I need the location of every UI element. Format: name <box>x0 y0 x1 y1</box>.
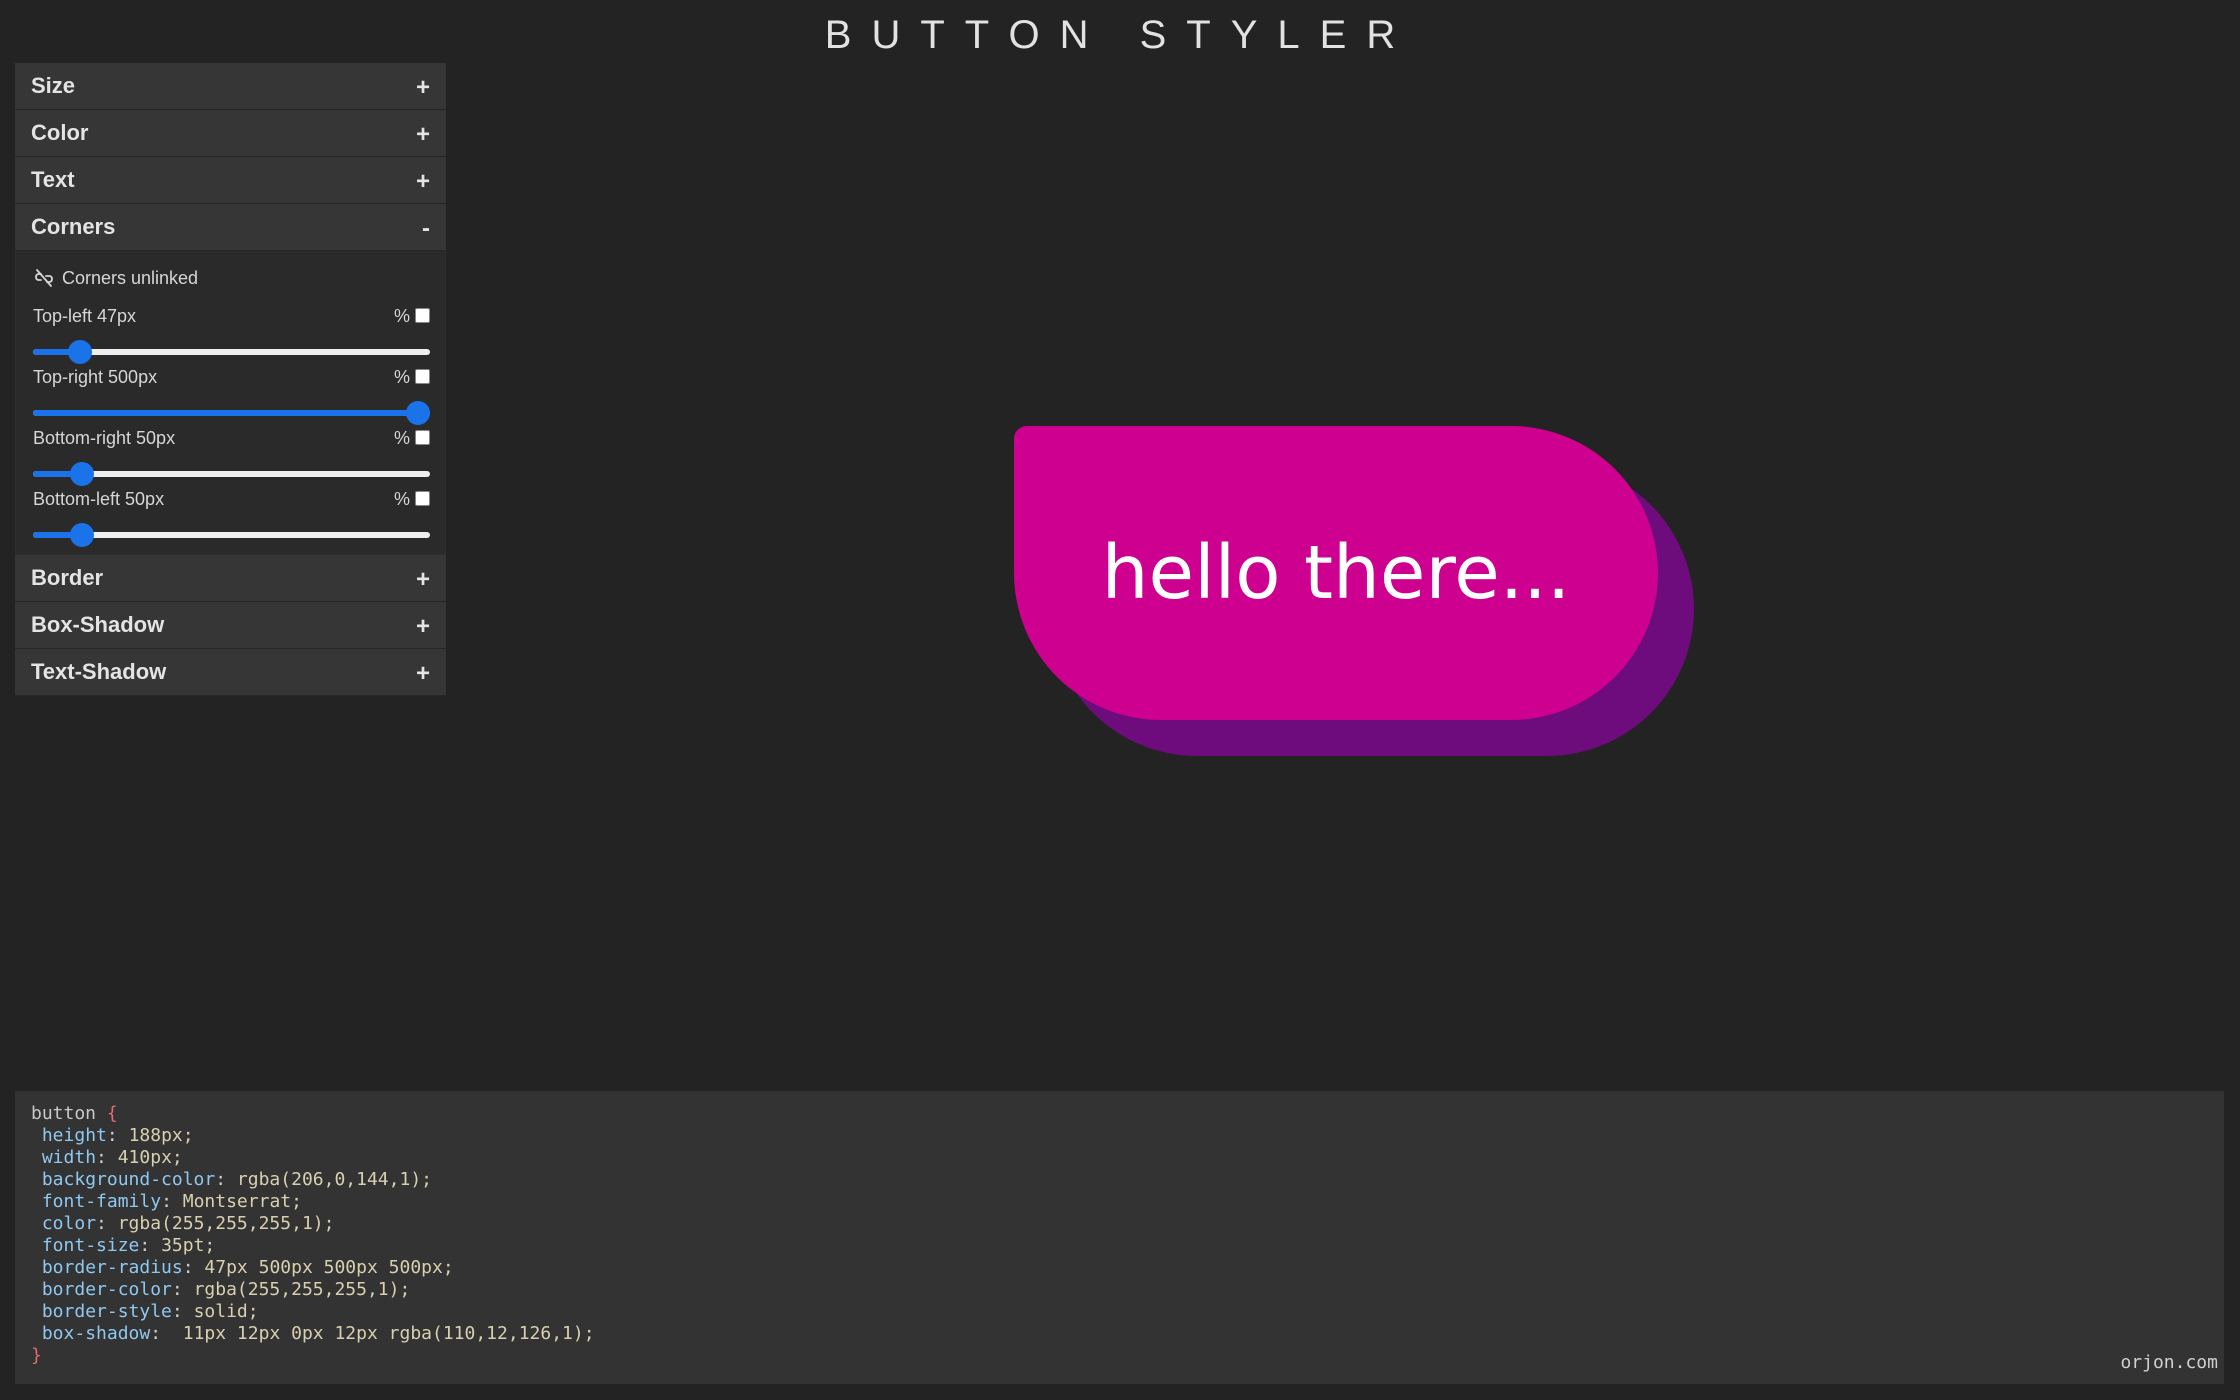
section-color-header[interactable]: Color + <box>15 110 446 157</box>
percent-checkbox[interactable] <box>415 430 430 445</box>
preview-button[interactable]: hello there... <box>1014 426 1658 720</box>
slider-track <box>33 349 430 355</box>
slider-thumb[interactable] <box>70 462 95 486</box>
section-corners-label: Corners <box>31 214 116 239</box>
settings-panel: Size + Color + Text + Corners - Corners … <box>15 63 446 696</box>
section-text-header[interactable]: Text + <box>15 157 446 204</box>
css-value: rgba(255,255,255,1); <box>193 1279 411 1300</box>
section-box-shadow-label: Box-Shadow <box>31 612 165 637</box>
css-open-brace: { <box>106 1103 118 1124</box>
css-close-brace: } <box>31 1345 42 1366</box>
css-value: 188px; <box>128 1125 194 1146</box>
slider-fill <box>33 410 418 416</box>
expand-icon: + <box>415 660 430 687</box>
css-value: 410px; <box>117 1147 183 1168</box>
section-text-shadow-label: Text-Shadow <box>31 659 167 684</box>
bottom-left-slider[interactable] <box>33 523 430 547</box>
unlink-icon <box>35 269 53 287</box>
css-property: background-color <box>41 1169 216 1190</box>
css-value: solid; <box>193 1301 259 1322</box>
footer-credit-link[interactable]: orjon.com <box>2120 1352 2218 1373</box>
css-value: 11px 12px 0px 12px rgba(110,12,126,1); <box>171 1323 595 1344</box>
collapse-icon: - <box>422 215 430 242</box>
css-property: width <box>41 1147 97 1168</box>
percent-label: % <box>393 367 410 387</box>
expand-icon: + <box>415 74 430 101</box>
preview-stage: hello there... <box>1014 426 1658 720</box>
section-box-shadow-header[interactable]: Box-Shadow + <box>15 602 446 649</box>
percent-checkbox[interactable] <box>415 491 430 506</box>
percent-checkbox[interactable] <box>415 369 430 384</box>
css-property: font-family <box>41 1191 162 1212</box>
section-text-label: Text <box>31 167 75 192</box>
corner-label: Top-left 47px <box>33 306 137 326</box>
css-selector: button <box>31 1103 97 1124</box>
corner-control-top-right: Top-right 500px % <box>33 365 430 425</box>
section-border-label: Border <box>31 565 104 590</box>
expand-icon: + <box>415 168 430 195</box>
expand-icon: + <box>415 566 430 593</box>
css-value: Montserrat; <box>182 1191 302 1212</box>
percent-checkbox[interactable] <box>415 308 430 323</box>
slider-thumb[interactable] <box>70 523 95 547</box>
percent-label: % <box>393 489 410 509</box>
expand-icon: + <box>415 613 430 640</box>
top-right-slider[interactable] <box>33 401 430 425</box>
section-size-header[interactable]: Size + <box>15 63 446 110</box>
bottom-right-slider[interactable] <box>33 462 430 486</box>
css-value: 35pt; <box>161 1235 216 1256</box>
css-property: box-shadow <box>41 1323 151 1344</box>
percent-label: % <box>393 306 410 326</box>
corners-link-toggle[interactable]: Corners unlinked <box>34 265 198 291</box>
css-property: border-color <box>41 1279 172 1300</box>
app-title: BUTTON STYLER <box>824 13 1416 57</box>
section-color-label: Color <box>31 120 89 145</box>
corners-section-body: Corners unlinked Top-left 47px % Top-rig… <box>15 251 446 555</box>
css-property: border-style <box>41 1301 172 1322</box>
corner-label: Top-right 500px <box>33 367 158 387</box>
css-value: rgba(206,0,144,1); <box>236 1169 432 1190</box>
top-left-slider[interactable] <box>33 340 430 364</box>
section-text-shadow-header[interactable]: Text-Shadow + <box>15 649 446 696</box>
corner-label: Bottom-right 50px <box>33 428 176 448</box>
css-property: height <box>41 1125 107 1146</box>
section-corners-header[interactable]: Corners - <box>15 204 446 251</box>
css-property: border-radius <box>41 1257 183 1278</box>
section-size-label: Size <box>31 73 76 98</box>
percent-label: % <box>393 428 410 448</box>
corners-link-label: Corners unlinked <box>62 268 199 288</box>
css-output[interactable]: button { height: 188px; width: 410px; ba… <box>15 1091 2224 1384</box>
corner-control-bottom-left: Bottom-left 50px % <box>33 487 430 547</box>
css-property: color <box>41 1213 97 1234</box>
css-value: rgba(255,255,255,1); <box>117 1213 335 1234</box>
css-value: 47px 500px 500px 500px; <box>204 1257 454 1278</box>
slider-thumb[interactable] <box>406 401 430 425</box>
slider-thumb[interactable] <box>68 340 93 364</box>
css-property: font-size <box>41 1235 140 1256</box>
section-border-header[interactable]: Border + <box>15 555 446 602</box>
corner-label: Bottom-left 50px <box>33 489 165 509</box>
expand-icon: + <box>415 121 430 148</box>
corner-control-bottom-right: Bottom-right 50px % <box>33 426 430 486</box>
corner-control-top-left: Top-left 47px % <box>33 304 430 364</box>
